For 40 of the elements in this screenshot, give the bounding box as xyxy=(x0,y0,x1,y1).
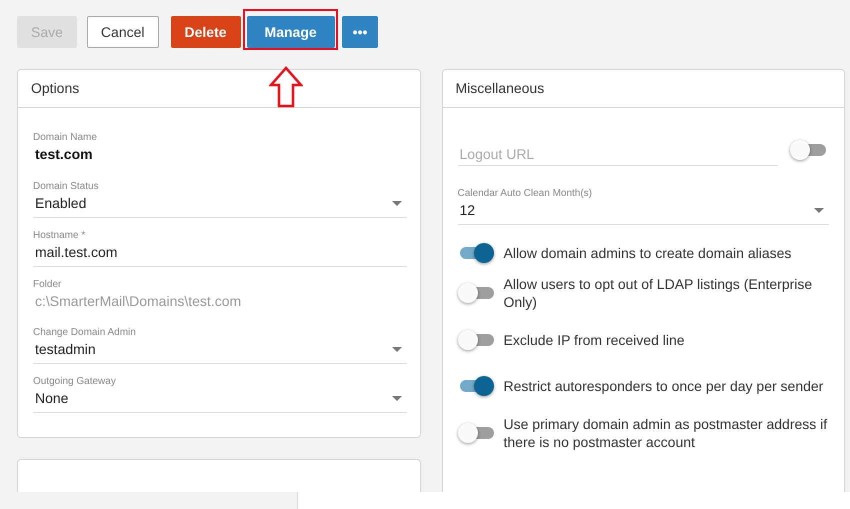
dropdown[interactable]: Enabled xyxy=(33,193,406,218)
dropdown-value: None xyxy=(35,389,68,408)
toggle-switch[interactable] xyxy=(458,330,494,350)
caret-icon xyxy=(392,396,402,401)
field-label: Domain Status xyxy=(33,181,100,193)
toggle-label: Allow domain admins to create domain aliases xyxy=(504,244,792,262)
input-field[interactable]: mail.test.com xyxy=(33,242,406,267)
caret-icon xyxy=(392,201,402,206)
toggle-label: Allow users to opt out of LDAP listings (Enterprise Only) xyxy=(504,275,814,311)
toggle-switch[interactable] xyxy=(458,243,494,263)
toggle-switch[interactable] xyxy=(458,423,494,443)
field-label: Change Domain Admin xyxy=(33,327,137,339)
field-label: Domain Name xyxy=(33,132,98,144)
toggle-label: Use primary domain admin as postmaster address if there is no postmaster account xyxy=(504,415,828,451)
folder-path: c:\SmarterMail\Domains\test.com xyxy=(34,292,242,311)
dropdown-value: Enabled xyxy=(35,194,86,213)
dropdown-value: 12 xyxy=(460,201,476,220)
field-label: Outgoing Gateway xyxy=(33,376,117,388)
button[interactable]: Cancel xyxy=(86,16,159,48)
toggle-switch[interactable] xyxy=(458,376,494,396)
toggle-label: Exclude IP from received line xyxy=(504,331,685,349)
field-label: Hostname * xyxy=(33,230,86,242)
card-title: Miscellaneous xyxy=(442,70,844,108)
field-label: Calendar Auto Clean Month(s) xyxy=(458,188,594,200)
dropdown[interactable]: testadmin xyxy=(33,339,406,364)
toggle-switch[interactable] xyxy=(458,283,494,303)
button[interactable]: Delete xyxy=(170,16,241,48)
caret-icon xyxy=(392,347,402,352)
toggle-switch[interactable] xyxy=(790,140,826,160)
toggle-label: Restrict autoresponders to once per day per sender xyxy=(504,377,824,395)
domain-name: test.com xyxy=(34,145,94,164)
dropdown[interactable]: 12 xyxy=(458,200,829,225)
card-title: Options xyxy=(18,70,420,108)
button[interactable]: Manage xyxy=(246,16,335,48)
field-label: Folder xyxy=(33,279,62,291)
dropdown[interactable]: None xyxy=(33,388,406,413)
caret-icon xyxy=(814,208,824,213)
dropdown-value: testadmin xyxy=(35,340,96,359)
button[interactable]: ••• xyxy=(342,16,378,48)
input-field[interactable]: Logout URL xyxy=(458,138,778,166)
